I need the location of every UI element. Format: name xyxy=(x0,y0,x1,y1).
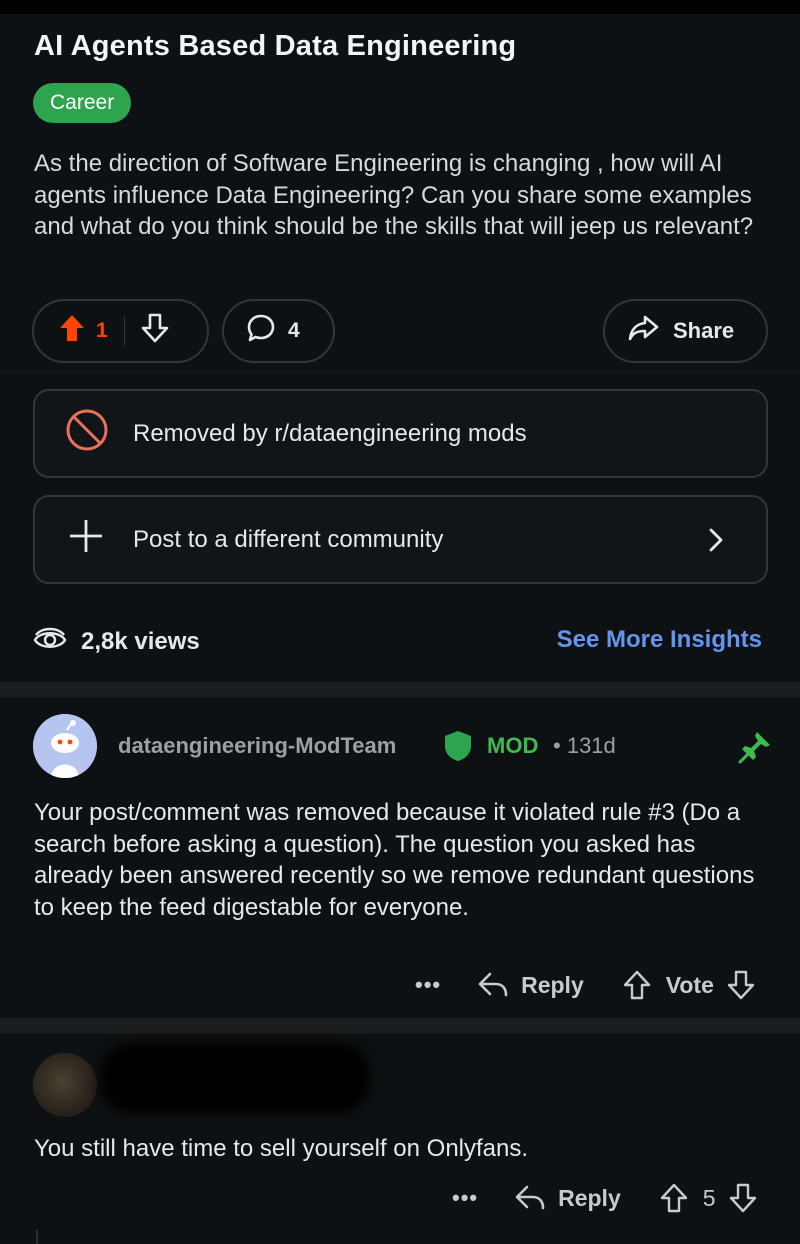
upvote-icon xyxy=(623,970,650,1000)
section-separator xyxy=(0,682,800,698)
removed-notice: Removed by r/dataengineering mods xyxy=(33,389,768,478)
comment-actions: ••• Reply Vote xyxy=(415,970,756,1000)
comment-body: You still have time to sell yourself on … xyxy=(34,1135,529,1162)
downvote-button[interactable] xyxy=(728,1183,758,1213)
comment-body: Your post/comment was removed because it… xyxy=(34,799,755,921)
downvote-icon[interactable] xyxy=(141,313,169,349)
thread-line xyxy=(36,1230,38,1244)
vote-score: 5 xyxy=(702,1184,716,1211)
status-bar xyxy=(0,0,800,14)
vote-divider xyxy=(123,316,125,346)
downvote-icon xyxy=(729,1183,756,1213)
plus-icon xyxy=(67,517,105,562)
views-icon xyxy=(33,624,67,659)
share-button[interactable]: Share xyxy=(603,299,768,363)
mod-badge: MOD xyxy=(487,733,539,758)
more-options-icon[interactable]: ••• xyxy=(452,1185,478,1211)
meta-separator: • xyxy=(553,733,561,758)
reply-icon xyxy=(478,972,508,997)
downvote-button[interactable] xyxy=(726,970,756,1000)
upvote-button[interactable] xyxy=(622,970,652,1000)
flair-badge[interactable]: Career xyxy=(33,83,132,123)
redacted-username xyxy=(100,1043,370,1113)
removed-text: Removed by r/dataengineering mods xyxy=(133,419,527,447)
comments-button[interactable]: 4 xyxy=(222,299,335,363)
post-body: As the direction of Software Engineering… xyxy=(34,150,754,240)
views-count: 2,8k views xyxy=(81,627,200,655)
vote-label: Vote xyxy=(665,971,714,998)
timestamp: 131d xyxy=(566,733,616,758)
upvote-button[interactable] xyxy=(659,1183,689,1213)
upvote-count: 1 xyxy=(96,319,108,342)
mod-shield-icon xyxy=(443,730,473,767)
more-options-icon[interactable]: ••• xyxy=(415,972,441,998)
views-stat: 2,8k views xyxy=(33,624,200,659)
reply-label: Reply xyxy=(558,1184,621,1211)
reply-button[interactable]: Reply xyxy=(514,1184,621,1212)
post-title: AI Agents Based Data Engineering xyxy=(34,30,517,62)
comment-icon xyxy=(246,313,276,349)
comment-author[interactable]: dataengineering-ModTeam xyxy=(118,733,396,759)
pin-icon xyxy=(737,729,773,770)
section-separator xyxy=(0,1018,800,1034)
downvote-icon xyxy=(727,970,755,1000)
comment-time: • 131d xyxy=(553,733,616,759)
removed-icon xyxy=(65,408,109,459)
reply-label: Reply xyxy=(521,971,584,998)
repost-text: Post to a different community xyxy=(133,525,444,553)
chevron-right-icon xyxy=(708,527,724,560)
vote-pill: 1 xyxy=(32,299,209,363)
reply-button[interactable]: Reply xyxy=(477,971,584,999)
upvote-icon[interactable] xyxy=(58,313,86,349)
reply-icon xyxy=(515,1185,545,1210)
upvote-icon xyxy=(660,1183,687,1213)
post-to-different-community[interactable]: Post to a different community xyxy=(33,495,768,584)
divider xyxy=(0,371,800,372)
comment-count: 4 xyxy=(288,319,300,342)
redacted-avatar xyxy=(33,1053,97,1117)
avatar[interactable] xyxy=(33,714,97,778)
share-label: Share xyxy=(673,318,735,343)
see-more-insights-link[interactable]: See More Insights xyxy=(557,626,762,654)
share-icon xyxy=(627,314,659,348)
comment-actions: ••• Reply 5 xyxy=(452,1183,758,1213)
